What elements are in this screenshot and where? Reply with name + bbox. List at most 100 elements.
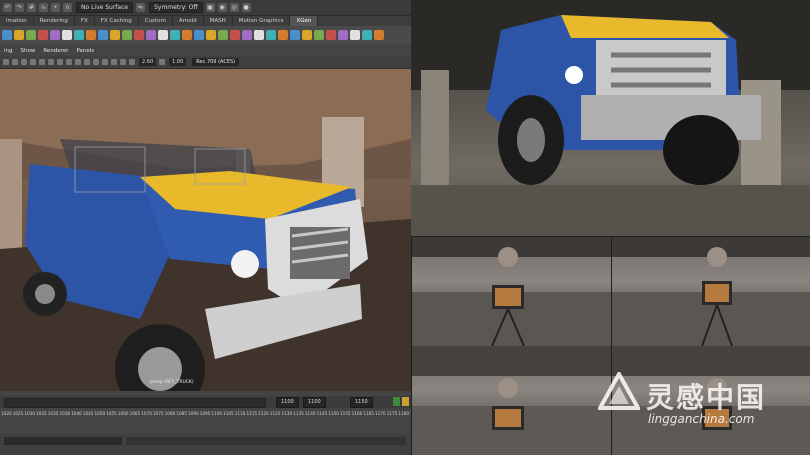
- viewport-toolbar: 2.60 1.00 Rec.709 (ACES): [0, 56, 411, 69]
- bend-icon[interactable]: [194, 30, 204, 40]
- lattice-icon[interactable]: [206, 30, 216, 40]
- light-icon[interactable]: [158, 30, 168, 40]
- shadows-icon[interactable]: [93, 59, 99, 65]
- camera-attributes-icon[interactable]: [3, 59, 9, 65]
- sphere-light-icon[interactable]: [2, 30, 12, 40]
- ambient-occlusion-icon[interactable]: [102, 59, 108, 65]
- symmetry-field[interactable]: Symmetry: Off: [149, 2, 203, 13]
- cube-icon[interactable]: [50, 30, 60, 40]
- range-slider-bar[interactable]: [4, 398, 266, 408]
- render-icon[interactable]: ◉: [217, 3, 227, 12]
- menu-panels[interactable]: Panels: [72, 48, 98, 54]
- key-icon[interactable]: [393, 397, 400, 406]
- shelf-tab[interactable]: Arnold: [173, 16, 204, 26]
- resolution-gate-icon[interactable]: [48, 59, 54, 65]
- gamma-field[interactable]: 1.00: [169, 58, 187, 66]
- poly-icon[interactable]: [26, 30, 36, 40]
- anti-aliasing-icon[interactable]: [111, 59, 117, 65]
- shelf-tab[interactable]: MASH: [204, 16, 233, 26]
- timeline-tick: 1130: [281, 411, 293, 416]
- shelf-tab[interactable]: Motion Graphics: [233, 16, 291, 26]
- film-gate-icon[interactable]: [39, 59, 45, 65]
- magnet-icon[interactable]: ∩: [63, 3, 72, 12]
- xyz-icon[interactable]: [14, 30, 24, 40]
- range-end-field[interactable]: 1100: [276, 397, 299, 408]
- timeline-tick: 1155: [339, 411, 351, 416]
- pivot-icon[interactable]: [350, 30, 360, 40]
- ipr-icon[interactable]: [230, 30, 240, 40]
- animation-end-field[interactable]: 1150: [350, 397, 373, 408]
- ipr-icon[interactable]: ◎: [229, 3, 239, 12]
- area-light-icon[interactable]: [170, 30, 180, 40]
- isolate-select-icon[interactable]: [120, 59, 126, 65]
- render-icon[interactable]: [218, 30, 228, 40]
- menu-lighting[interactable]: ing: [0, 48, 17, 54]
- viewport-scene: [0, 69, 411, 391]
- frame-icon[interactable]: [338, 30, 348, 40]
- curve-icon[interactable]: [182, 30, 192, 40]
- bridge-icon[interactable]: [374, 30, 384, 40]
- camera-icon[interactable]: [146, 30, 156, 40]
- shelf-tab[interactable]: FX: [75, 16, 95, 26]
- sculpt-icon[interactable]: [278, 30, 288, 40]
- menu-renderer[interactable]: Renderer: [39, 48, 72, 54]
- watermark: 灵感中国 lingganchina.com: [598, 372, 810, 442]
- timeline-tick: 1055: [106, 411, 117, 416]
- timeline-tick: 1135: [293, 411, 304, 416]
- command-line: [0, 434, 411, 455]
- smooth-shade-icon[interactable]: [66, 59, 72, 65]
- timeline-tick: 1060: [117, 411, 129, 416]
- lock-icon[interactable]: [326, 30, 336, 40]
- symmetry-icon[interactable]: ⇋: [136, 3, 146, 12]
- sphere-icon[interactable]: [62, 30, 72, 40]
- playback-end-field[interactable]: 1100: [303, 397, 326, 408]
- hypershade-icon[interactable]: [242, 30, 252, 40]
- shelf-tab[interactable]: Rendering: [34, 16, 75, 26]
- gear-icon[interactable]: [38, 30, 48, 40]
- time-slider[interactable]: 1020102510301032103510381040104510501055…: [0, 411, 411, 422]
- grid-icon[interactable]: [30, 59, 36, 65]
- redo-icon[interactable]: ↷: [15, 3, 24, 12]
- snap-point-icon[interactable]: •: [51, 3, 60, 12]
- reference-photo-chart-1: [412, 237, 611, 346]
- cylinder-icon[interactable]: [74, 30, 84, 40]
- textured-icon[interactable]: [75, 59, 81, 65]
- xray-icon[interactable]: [129, 59, 135, 65]
- shelf-tab[interactable]: XGen: [290, 16, 319, 26]
- lights-icon[interactable]: [84, 59, 90, 65]
- truck-photo: [411, 0, 810, 236]
- timeline-tick: 1040: [71, 411, 82, 416]
- prefs-icon[interactable]: [402, 397, 409, 406]
- snap-grid-icon[interactable]: #: [27, 3, 36, 12]
- shelf-tab[interactable]: imation: [0, 16, 34, 26]
- color-space-dropdown[interactable]: Rec.709 (ACES): [192, 58, 240, 66]
- undo-icon[interactable]: ↶: [3, 3, 12, 12]
- move-icon[interactable]: [290, 30, 300, 40]
- arrow-icon[interactable]: [122, 30, 132, 40]
- scale-icon[interactable]: [134, 30, 144, 40]
- shelf-tab[interactable]: FX Caching: [95, 16, 139, 26]
- paint-icon[interactable]: [266, 30, 276, 40]
- wireframe-icon[interactable]: [57, 59, 63, 65]
- mel-input[interactable]: [4, 437, 122, 445]
- gamma-icon[interactable]: [159, 59, 166, 65]
- plane-icon[interactable]: [86, 30, 96, 40]
- bookmark-icon[interactable]: [12, 59, 18, 65]
- rotate-icon[interactable]: [302, 30, 312, 40]
- exposure-field[interactable]: 2.60: [139, 58, 157, 66]
- snap-icon[interactable]: [362, 30, 372, 40]
- hypershade-icon[interactable]: ●: [241, 3, 251, 12]
- live-surface-field[interactable]: No Live Surface: [76, 2, 134, 13]
- snap-curve-icon[interactable]: ∿: [39, 3, 48, 12]
- select-icon[interactable]: [314, 30, 324, 40]
- shelf-tab[interactable]: Custom: [139, 16, 173, 26]
- uv-icon[interactable]: [254, 30, 264, 40]
- timeline-tick: 1030: [24, 411, 36, 416]
- image-plane-icon[interactable]: [21, 59, 27, 65]
- render-settings-icon[interactable]: ▣: [205, 3, 215, 12]
- menu-show[interactable]: Show: [17, 48, 40, 54]
- shelf-icons: [0, 26, 411, 44]
- viewport-persp[interactable]: persp (RFY_TRUCK): [0, 69, 411, 391]
- torus-icon[interactable]: [98, 30, 108, 40]
- cone-icon[interactable]: [110, 30, 120, 40]
